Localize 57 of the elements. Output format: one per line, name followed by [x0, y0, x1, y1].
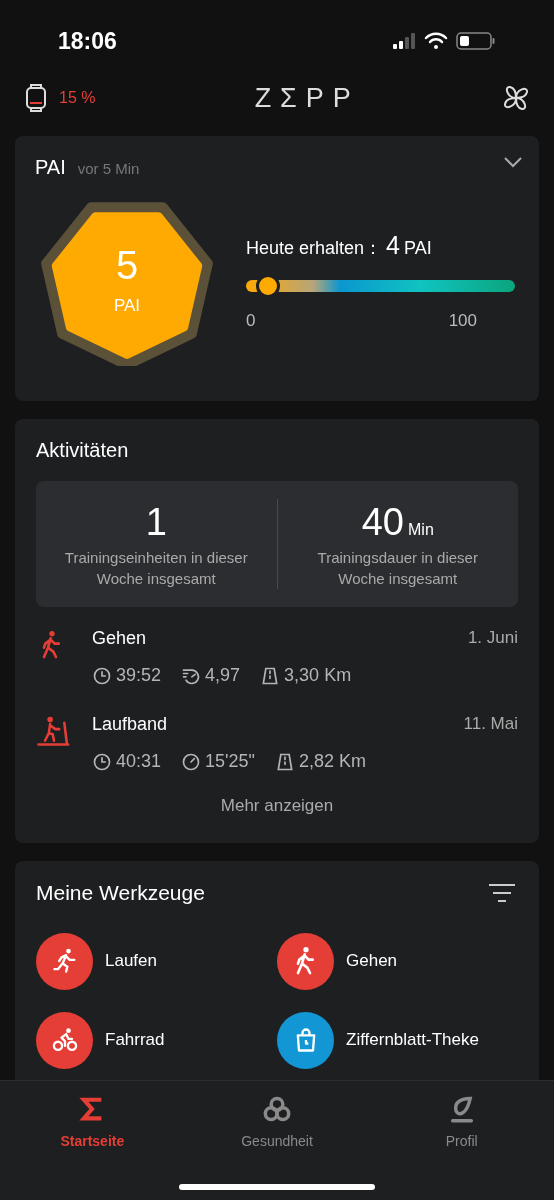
summary-unit: Min: [408, 520, 434, 541]
activity-stat: 4,97: [205, 664, 241, 687]
filter-icon[interactable]: [489, 882, 515, 903]
scale-min: 0: [246, 310, 256, 332]
activity-row[interactable]: Laufband 11. Mai 40:31 15'25" 2,82 Km: [36, 711, 518, 775]
activity-name: Laufband: [92, 713, 168, 736]
activity-name: Gehen: [92, 627, 147, 650]
activity-date: 11. Mai: [463, 713, 518, 735]
activity-stat: 40:31: [116, 750, 162, 773]
app-logo: ZΣPP: [254, 81, 360, 115]
wifi-icon: [424, 31, 448, 51]
tool-item[interactable]: Fahrrad: [36, 1011, 277, 1069]
tool-item[interactable]: Laufen: [36, 932, 277, 990]
apps-icon[interactable]: [503, 85, 529, 111]
tab-item[interactable]: Startseite: [0, 1095, 185, 1155]
today-value: 4: [386, 229, 400, 261]
today-unit: PAI: [404, 236, 432, 260]
pai-unit: PAI: [113, 295, 141, 318]
today-label: Heute erhalten：: [246, 236, 383, 260]
tool-item[interactable]: Ziffernblatt-Theke: [277, 1011, 518, 1069]
watch-battery-text: 15 %: [59, 88, 96, 108]
summary-label: Trainingsdauer in dieser Woche insgesamt: [316, 547, 479, 589]
interlocked-rings-icon: [263, 1095, 291, 1123]
card-title: PAI: [35, 155, 66, 180]
card-title: Aktivitäten: [36, 438, 130, 463]
activity-stat: 3,30 Km: [284, 664, 352, 687]
watch-icon: [25, 83, 47, 113]
activity-stat: 15'25": [205, 750, 255, 773]
activity-date: 1. Juni: [467, 627, 518, 649]
tool-label: Laufen: [105, 950, 157, 973]
card-title: Meine Werkzeuge: [36, 880, 205, 906]
activity-row[interactable]: Gehen 1. Juni 39:52 4,97 3,30 Km: [36, 625, 518, 689]
clock-icon: [92, 751, 112, 772]
summary-value: 1: [145, 500, 167, 546]
chevron-down-icon[interactable]: [503, 156, 523, 168]
scale-max: 100: [448, 310, 477, 332]
tool-item[interactable]: Gehen: [277, 932, 518, 990]
cyclist-icon: [50, 1026, 79, 1054]
activity-stat: 2,82 Km: [298, 750, 366, 773]
road-icon: [260, 665, 281, 686]
road-icon: [274, 751, 295, 772]
tool-label: Ziffernblatt-Theke: [346, 1029, 479, 1052]
tab-item[interactable]: Gesundheit: [184, 1095, 370, 1155]
status-time: 18:06: [58, 26, 117, 56]
gauge-icon: [181, 751, 202, 772]
tab-item[interactable]: Profil: [369, 1095, 554, 1155]
signal-icon: [392, 33, 416, 49]
summary-label: Trainingseinheiten in dieser Woche insgesamt: [63, 547, 249, 589]
summary-value: 40: [361, 500, 404, 546]
pai-score: 5: [115, 245, 139, 286]
show-more-link[interactable]: Mehr anzeigen: [220, 793, 334, 819]
clock-icon: [92, 665, 112, 686]
updated-time: vor 5 Min: [77, 159, 140, 179]
tool-label: Fahrrad: [105, 1029, 165, 1052]
battery-icon: [456, 32, 496, 50]
activity-stat: 39:52: [116, 664, 162, 687]
tool-label: Gehen: [346, 950, 398, 973]
